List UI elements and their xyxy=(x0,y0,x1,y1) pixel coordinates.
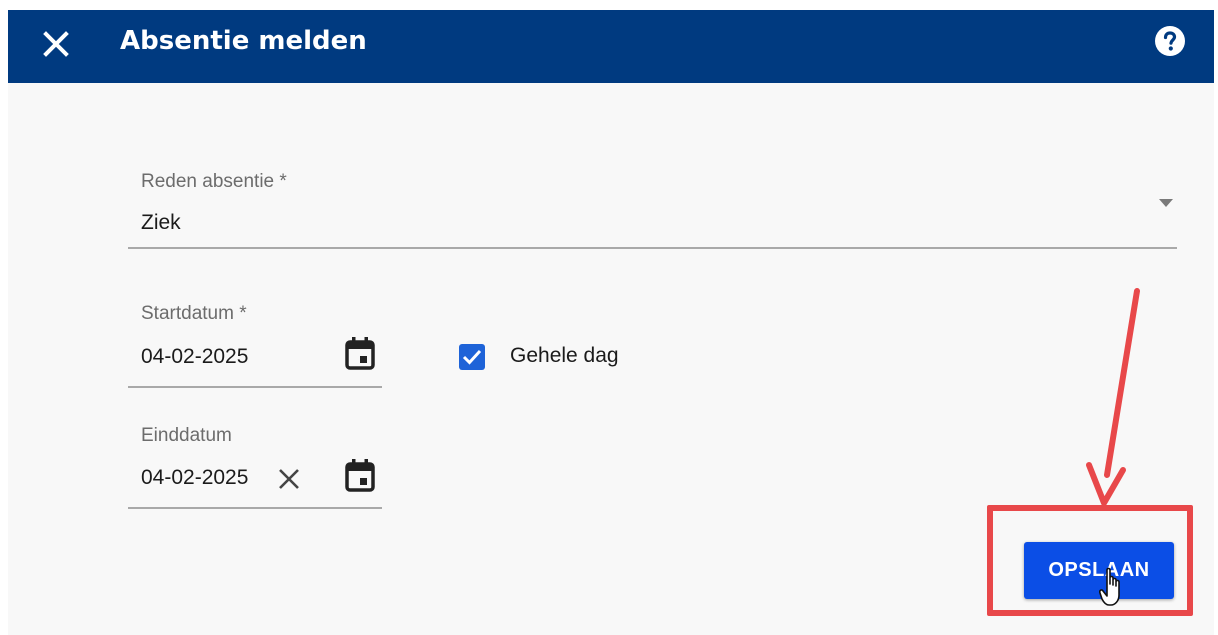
save-button[interactable]: OPSLAAN xyxy=(1024,542,1174,599)
close-icon[interactable] xyxy=(40,28,72,60)
calendar-icon[interactable] xyxy=(343,336,377,372)
whole-day-label[interactable]: Gehele dag xyxy=(510,344,619,368)
dropdown-caret-icon[interactable] xyxy=(1158,198,1174,208)
dialog-header: Absentie melden xyxy=(8,10,1214,83)
clear-icon[interactable] xyxy=(276,466,302,492)
dialog-title: Absentie melden xyxy=(120,26,367,56)
end-date-input[interactable]: 04-02-2025 xyxy=(141,466,248,490)
start-date-input[interactable]: 04-02-2025 xyxy=(141,345,248,369)
reason-select[interactable]: Ziek xyxy=(141,211,181,235)
start-date-label: Startdatum * xyxy=(141,303,247,324)
reason-label: Reden absentie * xyxy=(141,171,287,192)
start-date-underline xyxy=(128,386,382,388)
end-date-label: Einddatum xyxy=(141,425,232,446)
absence-dialog: Absentie melden Reden absentie * Ziek St… xyxy=(8,10,1214,635)
checkmark-icon xyxy=(462,349,482,365)
reason-underline xyxy=(128,247,1177,249)
end-date-underline xyxy=(128,507,382,509)
whole-day-checkbox[interactable] xyxy=(459,344,485,370)
help-icon[interactable] xyxy=(1154,25,1186,57)
calendar-icon[interactable] xyxy=(343,458,377,494)
